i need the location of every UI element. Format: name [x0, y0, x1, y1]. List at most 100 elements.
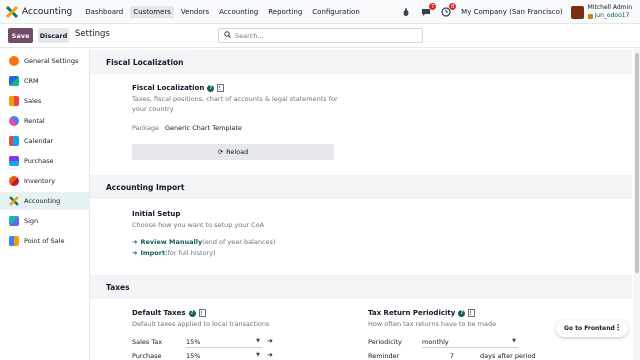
search-icon	[224, 31, 231, 40]
default-taxes-description: Default taxes applied to local transacti…	[132, 320, 270, 328]
help-icon[interactable]: ?	[188, 309, 196, 317]
sidebar-item-sales[interactable]: Sales	[0, 92, 90, 110]
section-header-fiscal: Fiscal Localization	[90, 50, 632, 74]
fiscal-description-line2: your country	[132, 105, 174, 113]
sales-tax-value: 15%	[186, 338, 201, 346]
company-specific-icon	[198, 309, 206, 317]
database-name: jun_odoo17	[587, 12, 632, 20]
sidebar-item-label: Sales	[24, 97, 42, 105]
sidebar-item-label: General Settings	[24, 57, 79, 65]
help-icon[interactable]: ?	[207, 84, 215, 92]
sidebar-item-point-of-sale[interactable]: Point of Sale	[0, 232, 90, 250]
sidebar-item-rental[interactable]: Rental	[0, 112, 90, 130]
import-note: (for full history)	[165, 249, 216, 257]
sidebar-item-label: CRM	[24, 77, 39, 85]
periodicity-value: monthly	[422, 338, 449, 346]
accounting-logo-icon[interactable]	[5, 5, 19, 18]
company-specific-icon	[468, 309, 476, 317]
section-header-taxes: Taxes	[90, 275, 632, 299]
review-manually-link-row[interactable]: ➔ Review Manually (end of year balances)	[132, 238, 275, 246]
sidebar-item-general-settings[interactable]: General Settings	[0, 52, 90, 70]
save-button[interactable]: Save	[8, 28, 33, 43]
sidebar-item-label: Accounting	[24, 197, 61, 205]
menu-configuration[interactable]: Configuration	[309, 6, 362, 18]
periodicity-description: How often tax returns have to be made	[368, 320, 497, 328]
purchase-tax-label: Purchase	[132, 352, 162, 360]
arrow-right-icon: ➔	[132, 238, 138, 246]
initial-setup-title: Initial Setup	[132, 210, 181, 218]
purchase-tax-value: 15%	[186, 352, 201, 360]
bug-icon[interactable]	[401, 7, 411, 17]
package-value[interactable]: Generic Chart Template	[165, 124, 242, 132]
menu-dashboard[interactable]: Dashboard	[82, 6, 126, 18]
import-link[interactable]: Import	[140, 249, 165, 257]
control-panel: Save Discard Settings	[0, 24, 640, 48]
fiscal-setting-title: Fiscal Localization ?	[132, 84, 225, 92]
reminder-days-input[interactable]: 7	[422, 352, 472, 360]
menu-vendors[interactable]: Vendors	[178, 6, 212, 18]
reload-button[interactable]: ⟳ Reload	[132, 144, 334, 160]
sidebar-item-sign[interactable]: Sign	[0, 212, 90, 230]
reminder-label: Reminder	[368, 352, 400, 360]
search-input[interactable]	[235, 31, 415, 40]
search-box[interactable]	[218, 28, 423, 43]
fiscal-description-line1: Taxes, fiscal positions, chart of accoun…	[132, 95, 338, 103]
sales-tax-label: Sales Tax	[132, 338, 163, 346]
reminder-suffix: days after period	[480, 352, 536, 360]
periodicity-select[interactable]: monthly ▼	[422, 338, 518, 348]
sidebar-item-label: Point of Sale	[24, 237, 65, 245]
go-to-frontend-button[interactable]: Go to Frontend ⋮	[556, 320, 628, 337]
rental-icon	[9, 116, 19, 126]
chevron-down-icon: ▼	[256, 352, 260, 358]
inventory-icon	[9, 176, 19, 186]
user-name: Mitchell Admin	[587, 4, 632, 11]
arrow-right-icon: ➔	[132, 249, 138, 257]
sales-icon	[9, 96, 19, 106]
discard-button[interactable]: Discard	[38, 28, 69, 43]
accounting-icon	[9, 196, 19, 206]
avatar[interactable]	[570, 5, 584, 19]
sidebar-item-label: Inventory	[24, 177, 56, 185]
sidebar-item-label: Rental	[24, 117, 45, 125]
chat-badge: 7	[429, 3, 437, 10]
company-switcher[interactable]: My Company (San Francisco)	[461, 8, 562, 16]
menu-reporting[interactable]: Reporting	[265, 6, 305, 18]
chat-icon[interactable]: 7	[421, 3, 437, 17]
general-settings-icon	[9, 56, 19, 66]
chevron-down-icon: ▼	[256, 338, 260, 344]
import-link-row[interactable]: ➔ Import (for full history)	[132, 249, 216, 257]
reminder-value: 7	[449, 352, 454, 360]
sidebar-item-purchase[interactable]: Purchase	[0, 152, 90, 170]
app-name[interactable]: Accounting	[22, 7, 72, 17]
kebab-menu-icon[interactable]: ⋮	[614, 323, 622, 332]
initial-setup-description: Choose how you want to setup your CoA	[132, 221, 265, 229]
menu-accounting[interactable]: Accounting	[216, 6, 261, 18]
purchase-tax-select[interactable]: 15% ▼	[186, 352, 262, 360]
page-title: Settings	[75, 29, 110, 39]
user-menu[interactable]: Mitchell Admin jun_odoo17	[587, 4, 632, 20]
help-icon[interactable]: ?	[458, 309, 466, 317]
internal-link-arrow-icon[interactable]: ➔	[267, 351, 273, 359]
settings-content: Fiscal Localization Fiscal Localization …	[90, 49, 632, 360]
sidebar-item-crm[interactable]: CRM	[0, 72, 90, 90]
go-to-frontend-label: Go to Frontend	[564, 325, 615, 332]
sales-tax-select[interactable]: 15% ▼	[186, 338, 262, 348]
sidebar-item-accounting[interactable]: Accounting	[0, 192, 90, 210]
section-header-import: Accounting Import	[90, 175, 632, 199]
menu-customers[interactable]: Customers	[130, 5, 174, 18]
point-of-sale-icon	[9, 236, 19, 246]
internal-link-arrow-icon[interactable]: ➔	[267, 337, 273, 345]
review-manually-note: (end of year balances)	[202, 238, 276, 246]
vertical-scrollbar[interactable]	[634, 49, 640, 360]
purchase-icon	[9, 156, 19, 166]
activity-clock-icon[interactable]: 8	[441, 3, 457, 17]
default-taxes-title-text: Default Taxes	[132, 309, 186, 317]
package-label: Package	[132, 124, 159, 132]
chevron-down-icon: ▼	[512, 338, 516, 344]
sidebar-item-label: Calendar	[24, 137, 54, 145]
sidebar-item-calendar[interactable]: Calendar	[0, 132, 90, 150]
sidebar-item-inventory[interactable]: Inventory	[0, 172, 90, 190]
review-manually-link[interactable]: Review Manually	[140, 238, 202, 246]
sidebar-item-label: Sign	[24, 217, 39, 225]
scrollbar-thumb[interactable]	[635, 53, 639, 273]
